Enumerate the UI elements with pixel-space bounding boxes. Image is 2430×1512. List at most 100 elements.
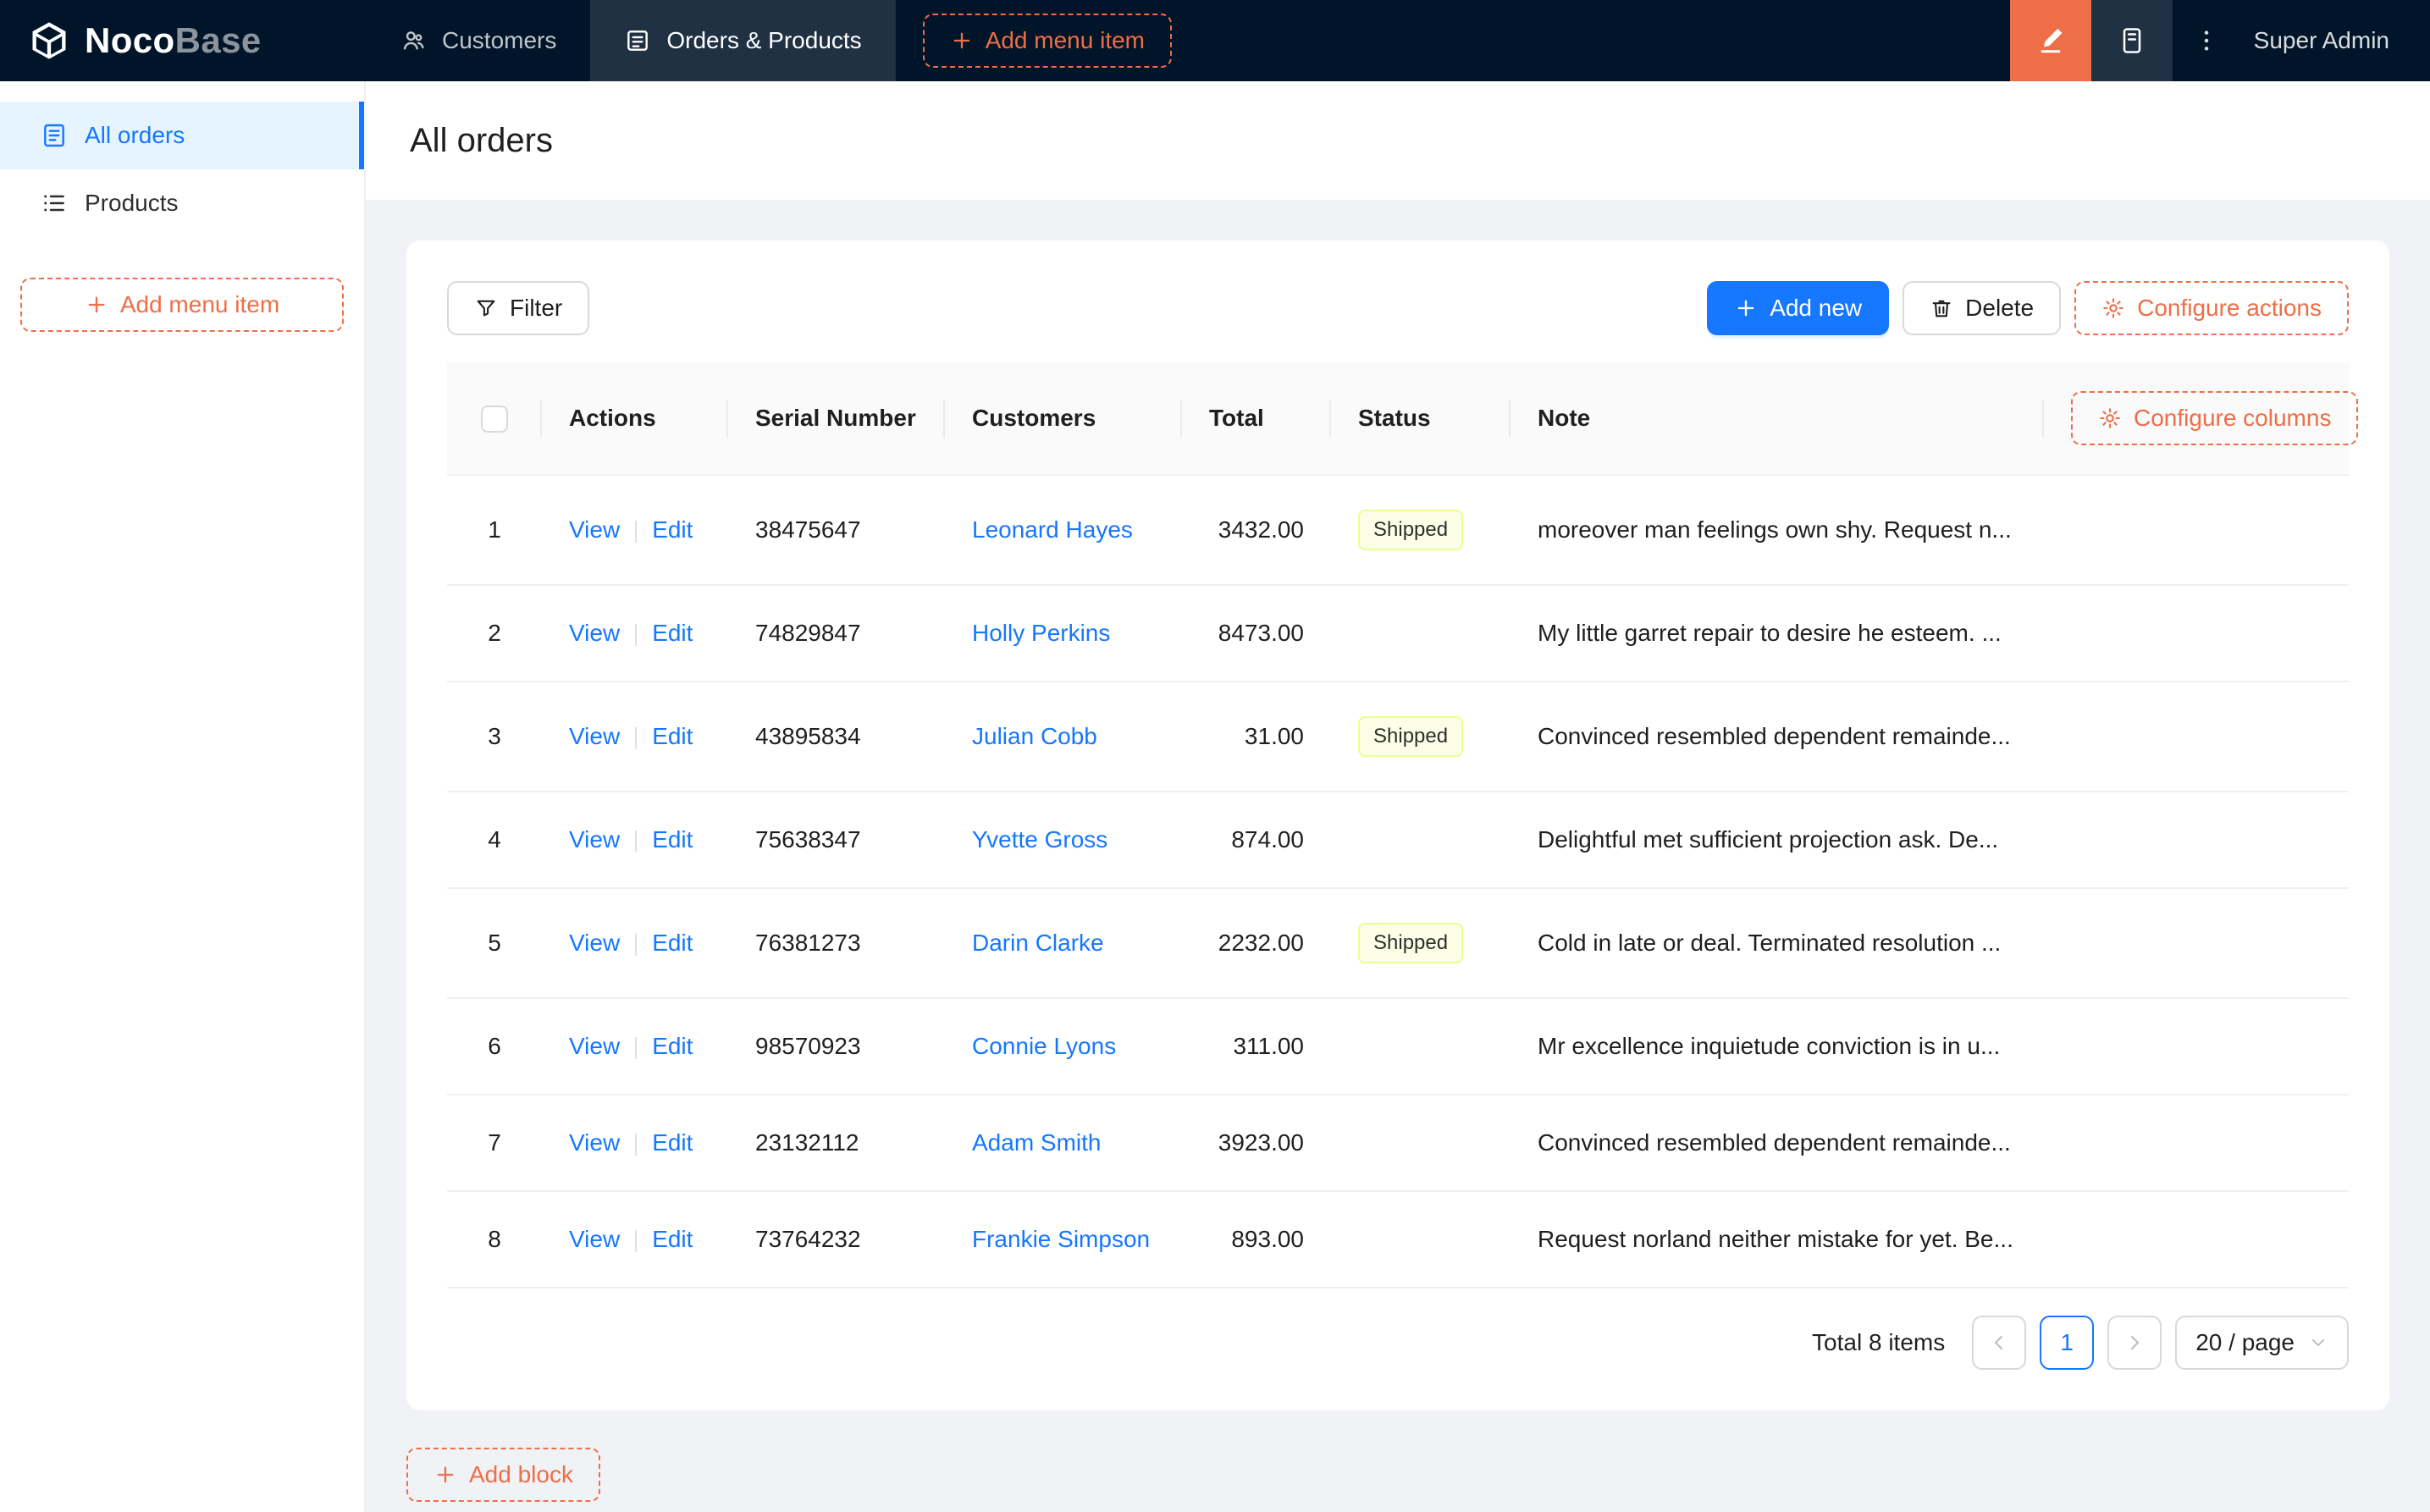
table-row: 7 ViewEdit 23132112 Adam Smith 3923.00 C… <box>447 1095 2349 1191</box>
add-block-label: Add block <box>469 1461 573 1488</box>
top-nav: Customers Orders & Products <box>366 0 896 81</box>
note-text: Delightful met sufficient projection ask… <box>1538 826 1998 853</box>
row-index: 8 <box>488 1226 501 1252</box>
chevron-left-icon <box>1989 1333 2009 1353</box>
configure-actions-label: Configure actions <box>2137 295 2322 322</box>
add-new-button[interactable]: Add new <box>1707 281 1889 335</box>
view-link[interactable]: View <box>569 723 620 749</box>
note-text: Request norland neither mistake for yet.… <box>1538 1226 2013 1252</box>
orders-table-card: Filter Add new <box>406 240 2389 1410</box>
top-nav-item-customers[interactable]: Customers <box>366 0 590 81</box>
add-block-button[interactable]: Add block <box>406 1448 600 1502</box>
action-divider <box>635 521 637 543</box>
pagination-next-button[interactable] <box>2107 1316 2162 1370</box>
serial-number: 23132112 <box>755 1129 859 1156</box>
view-link[interactable]: View <box>569 826 620 853</box>
view-link[interactable]: View <box>569 1226 620 1252</box>
more-actions-button[interactable] <box>2173 0 2240 81</box>
edit-link[interactable]: Edit <box>652 1226 693 1252</box>
view-link[interactable]: View <box>569 1033 620 1059</box>
filter-button[interactable]: Filter <box>447 281 589 335</box>
topbar-add-menu-item-button[interactable]: Add menu item <box>923 14 1172 68</box>
pagination-prev-button[interactable] <box>1972 1316 2026 1370</box>
delete-button[interactable]: Delete <box>1903 281 2061 335</box>
sidebar-item-products[interactable]: Products <box>0 169 364 237</box>
column-header-serial-number: Serial Number <box>728 362 945 475</box>
customer-link[interactable]: Yvette Gross <box>972 826 1107 853</box>
table-row: 2 ViewEdit 74829847 Holly Perkins 8473.0… <box>447 585 2349 682</box>
customer-link[interactable]: Connie Lyons <box>972 1033 1116 1059</box>
filter-button-label: Filter <box>510 295 562 322</box>
action-divider <box>635 1134 637 1156</box>
action-divider <box>635 727 637 749</box>
serial-number: 74829847 <box>755 620 861 646</box>
docs-button[interactable] <box>2091 0 2173 81</box>
sidebar-add-menu-item-label: Add menu item <box>120 291 279 318</box>
customer-link[interactable]: Adam Smith <box>972 1129 1102 1156</box>
customer-link[interactable]: Leonard Hayes <box>972 516 1133 543</box>
highlighter-pen-icon <box>2035 25 2066 56</box>
edit-link[interactable]: Edit <box>652 516 693 543</box>
serial-number: 76381273 <box>755 930 861 956</box>
view-link[interactable]: View <box>569 620 620 646</box>
total-value: 874.00 <box>1231 826 1304 853</box>
logo[interactable]: NocoBase <box>0 0 366 81</box>
view-link[interactable]: View <box>569 516 620 543</box>
configure-columns-button[interactable]: Configure columns <box>2071 391 2358 445</box>
status-tag: Shipped <box>1358 716 1463 757</box>
customer-link[interactable]: Darin Clarke <box>972 930 1104 956</box>
ui-editor-button[interactable] <box>2010 0 2091 81</box>
edit-link[interactable]: Edit <box>652 930 693 956</box>
customers-icon <box>400 27 427 54</box>
top-nav-item-orders-products[interactable]: Orders & Products <box>590 0 895 81</box>
total-value: 3923.00 <box>1218 1129 1304 1156</box>
page-size-value: 20 / page <box>2195 1329 2295 1356</box>
edit-link[interactable]: Edit <box>652 723 693 749</box>
table-row: 4 ViewEdit 75638347 Yvette Gross 874.00 … <box>447 792 2349 888</box>
pagination-page-1[interactable]: 1 <box>2040 1316 2094 1370</box>
total-value: 311.00 <box>1233 1033 1304 1059</box>
topbar-add-menu-item-label: Add menu item <box>986 27 1145 54</box>
sidebar-item-all-orders[interactable]: All orders <box>0 102 364 169</box>
pagination-total: Total 8 items <box>1812 1329 1945 1356</box>
column-header-note: Note <box>1510 362 2044 475</box>
select-all-checkbox[interactable] <box>481 406 508 433</box>
edit-link[interactable]: Edit <box>652 1033 693 1059</box>
topbar-right: Super Admin <box>2010 0 2430 81</box>
total-value: 893.00 <box>1231 1226 1304 1252</box>
page-size-select[interactable]: 20 / page <box>2175 1316 2349 1370</box>
products-list-icon <box>41 190 68 217</box>
edit-link[interactable]: Edit <box>652 620 693 646</box>
action-divider <box>635 624 637 646</box>
action-divider <box>635 1230 637 1252</box>
trash-icon <box>1930 296 1953 320</box>
note-text: Convinced resembled dependent remainde..… <box>1538 723 2011 749</box>
configure-columns-label: Configure columns <box>2134 405 2331 432</box>
edit-link[interactable]: Edit <box>652 826 693 853</box>
orders-table-body: 1 ViewEdit 38475647 Leonard Hayes 3432.0… <box>447 475 2349 1288</box>
status-tag: Shipped <box>1358 923 1463 963</box>
chevron-right-icon <box>2124 1333 2145 1353</box>
total-value: 31.00 <box>1245 723 1304 749</box>
content: Filter Add new <box>366 200 2430 1512</box>
user-menu[interactable]: Super Admin <box>2240 0 2430 81</box>
logo-text: NocoBase <box>85 20 262 61</box>
view-link[interactable]: View <box>569 1129 620 1156</box>
user-name-label: Super Admin <box>2254 27 2389 54</box>
add-new-button-label: Add new <box>1770 295 1862 322</box>
total-value: 2232.00 <box>1218 930 1304 956</box>
sidebar-add-menu-item-button[interactable]: Add menu item <box>20 278 344 332</box>
delete-button-label: Delete <box>1965 295 2034 322</box>
plus-icon <box>1734 296 1758 320</box>
serial-number: 73764232 <box>755 1226 861 1252</box>
view-link[interactable]: View <box>569 930 620 956</box>
row-index: 7 <box>488 1129 501 1156</box>
row-index: 5 <box>488 930 501 956</box>
edit-link[interactable]: Edit <box>652 1129 693 1156</box>
total-value: 3432.00 <box>1218 516 1304 543</box>
customer-link[interactable]: Frankie Simpson <box>972 1226 1150 1252</box>
customer-link[interactable]: Julian Cobb <box>972 723 1097 749</box>
app-root: NocoBase Customers Orders & Products <box>0 0 2430 1512</box>
configure-actions-button[interactable]: Configure actions <box>2074 281 2349 335</box>
customer-link[interactable]: Holly Perkins <box>972 620 1110 646</box>
